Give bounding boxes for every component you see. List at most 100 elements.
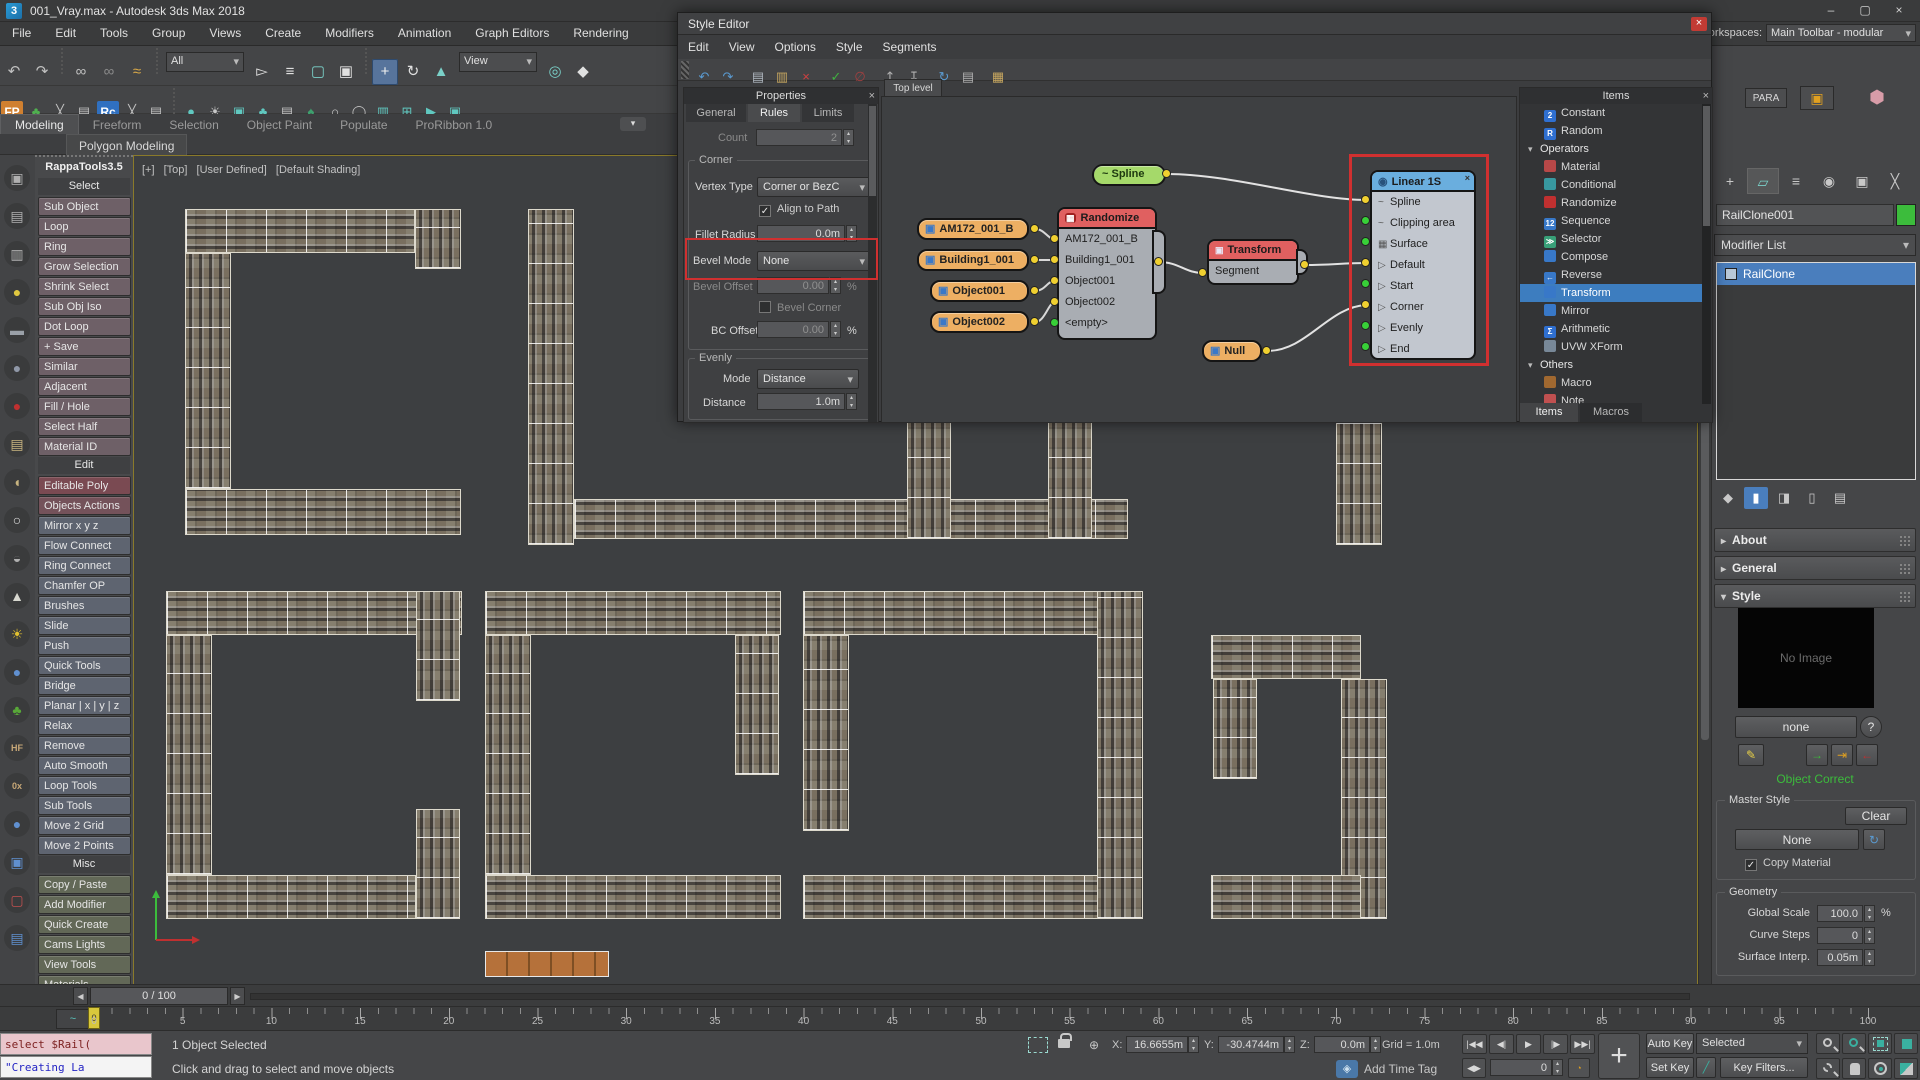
node-canvas[interactable]: ~ Spline▣AM172_001_B▣Building1_001▣Objec…	[881, 96, 1517, 423]
align-to-path-checkbox[interactable]: ✓Align to Path	[759, 203, 839, 217]
rappa-button-select-half[interactable]: Select Half	[38, 417, 131, 436]
shell-icon[interactable]: ◖	[4, 469, 30, 495]
vertex-type-dropdown[interactable]: Corner or BezC	[757, 177, 871, 197]
item-operators[interactable]: ▾Operators	[1520, 140, 1702, 158]
selection-set-dropdown[interactable]: Selected	[1696, 1033, 1808, 1054]
x-spinner[interactable]: ▴▾	[1188, 1036, 1199, 1053]
copy-material-checkbox[interactable]: ✓Copy Material	[1745, 857, 1831, 871]
se-menu-edit[interactable]: Edit	[678, 35, 719, 59]
sun-icon[interactable]: ☀	[4, 621, 30, 647]
hf-icon[interactable]: HF	[4, 735, 30, 761]
zoom-extents-icon[interactable]	[1868, 1033, 1892, 1054]
rappa-button-view-tools[interactable]: View Tools	[38, 955, 131, 974]
display-tab[interactable]: ▣	[1846, 168, 1878, 194]
redo-icon[interactable]: ↷	[29, 59, 55, 85]
select-by-name-icon[interactable]: ≡	[277, 59, 303, 85]
item-macro[interactable]: Macro	[1520, 374, 1702, 392]
se-delete-icon[interactable]: ×	[796, 68, 816, 86]
y-spinner[interactable]: ▴▾	[1284, 1036, 1295, 1053]
item-compose[interactable]: Compose	[1520, 248, 1702, 266]
randomize-in-port[interactable]	[1050, 255, 1059, 264]
hierarchy-tab[interactable]: ≡	[1780, 168, 1812, 194]
item-random[interactable]: RRandom	[1520, 122, 1702, 140]
rollout-style[interactable]: ▾Style	[1714, 584, 1916, 608]
master-style-clear-button[interactable]: Clear	[1845, 807, 1907, 825]
edit-style-button[interactable]: ✎	[1738, 744, 1764, 766]
next-frame-button[interactable]: |▶	[1543, 1034, 1568, 1054]
maxscript-listener-line2[interactable]: "Creating La	[0, 1056, 152, 1078]
rappa-button-bridge[interactable]: Bridge	[38, 676, 131, 695]
rappa-button-relax[interactable]: Relax	[38, 716, 131, 735]
maximize-button[interactable]: ▢	[1848, 2, 1882, 20]
utilities-tab[interactable]: ╳	[1879, 168, 1911, 194]
randomize-in-port[interactable]	[1050, 297, 1059, 306]
style-editor-close-icon[interactable]: ×	[1691, 17, 1707, 31]
ribbon-collapse-icon[interactable]: ▾	[620, 117, 646, 131]
unlink-selection-icon[interactable]: ∞	[96, 59, 122, 85]
rappa-button-loop[interactable]: Loop	[38, 217, 131, 236]
source-node[interactable]: ▣Object001	[930, 280, 1029, 302]
object-name-field[interactable]: RailClone001	[1716, 204, 1894, 226]
rappa-button-fill-hole[interactable]: Fill / Hole	[38, 397, 131, 416]
rappa-button-add-modifier[interactable]: Add Modifier	[38, 895, 131, 914]
rectangular-selection-icon[interactable]: ▢	[305, 59, 331, 85]
copy-tool-icon[interactable]: ▣	[4, 849, 30, 875]
rappa-button-sub-object[interactable]: Sub Object	[38, 197, 131, 216]
item-mirror[interactable]: Mirror	[1520, 302, 1702, 320]
add-time-tag[interactable]: Add Time Tag	[1364, 1062, 1437, 1076]
ribbon-tab-populate[interactable]: Populate	[326, 115, 401, 135]
curve-toggle-icon[interactable]: ~	[56, 1009, 90, 1029]
light-lister-icon[interactable]: ●	[4, 279, 30, 305]
remove-modifier-icon[interactable]: ▯	[1800, 487, 1824, 509]
selection-lock-icon[interactable]	[1058, 1039, 1070, 1048]
modify-tab[interactable]: ▱	[1747, 168, 1779, 194]
item-others[interactable]: ▾Others	[1520, 356, 1702, 374]
y-field[interactable]: -30.4744m	[1218, 1036, 1284, 1053]
tab-rules[interactable]: Rules	[748, 104, 800, 122]
se-apply-check-icon[interactable]: ✓	[826, 68, 846, 86]
node-close-icon[interactable]: ×	[1465, 173, 1470, 183]
rappa-button-mirror-x-y-z[interactable]: Mirror x y z	[38, 516, 131, 535]
item-uvw-xform[interactable]: UVW XForm	[1520, 338, 1702, 356]
x-field[interactable]: 16.6655m	[1126, 1036, 1188, 1053]
create-tab[interactable]: +	[1714, 168, 1746, 194]
play-button[interactable]: ▶	[1516, 1034, 1541, 1054]
absolute-mode-icon[interactable]: ⊕	[1084, 1036, 1104, 1054]
prev-frame-button[interactable]: ◀	[73, 987, 88, 1005]
motion-tab[interactable]: ◉	[1813, 168, 1845, 194]
evenly-mode-dropdown[interactable]: Distance	[757, 369, 859, 389]
workspaces-dropdown[interactable]: Main Toolbar - modular	[1766, 24, 1916, 42]
source-node[interactable]: ▣AM172_001_B	[917, 218, 1029, 240]
crop-tool-icon[interactable]: ▢	[4, 887, 30, 913]
randomize-node[interactable]: ▦RandomizeAM172_001_BBuilding1_001Object…	[1057, 207, 1157, 340]
teapot-icon[interactable]: ◒	[4, 545, 30, 571]
rappa-button-loop-tools[interactable]: Loop Tools	[38, 776, 131, 795]
menu-tools[interactable]: Tools	[88, 22, 140, 44]
item-reverse[interactable]: ←Reverse	[1520, 266, 1702, 284]
import-style-button[interactable]: →	[1806, 744, 1828, 766]
rappa-button-dot-loop[interactable]: Dot Loop	[38, 317, 131, 336]
geo-field[interactable]: 100.0	[1817, 905, 1863, 922]
note-icon[interactable]: ▤	[4, 431, 30, 457]
geo-spinner[interactable]: ▴▾	[1864, 927, 1875, 944]
export-style-button[interactable]: ⇥	[1831, 744, 1853, 766]
item-randomize[interactable]: Randomize	[1520, 194, 1702, 212]
select-and-rotate-icon[interactable]: ↻	[400, 59, 426, 85]
se-menu-options[interactable]: Options	[764, 35, 825, 59]
style-help-button[interactable]: ?	[1860, 716, 1882, 738]
auto-key-button[interactable]: Auto Key	[1646, 1033, 1694, 1054]
time-tag-icon[interactable]: ◈	[1336, 1060, 1358, 1078]
material-sphere-icon[interactable]: ●	[4, 355, 30, 381]
master-style-sync-icon[interactable]: ↻	[1863, 829, 1885, 850]
item-arithmetic[interactable]: ΣArithmetic	[1520, 320, 1702, 338]
camera-tool-icon[interactable]: ▣	[1800, 86, 1834, 110]
geo-spinner[interactable]: ▴▾	[1864, 905, 1875, 922]
menu-animation[interactable]: Animation	[386, 22, 463, 44]
rappa-button-quick-tools[interactable]: Quick Tools	[38, 656, 131, 675]
se-copy-icon[interactable]: ▤	[748, 68, 768, 86]
rappa-button-move-2-points[interactable]: Move 2 Points	[38, 836, 131, 855]
bc-offset-spinner[interactable]: ▴▾	[830, 321, 841, 338]
rappa-button-planar-x-y-z[interactable]: Planar | x | y | z	[38, 696, 131, 715]
items-scrollbar[interactable]	[1702, 104, 1711, 404]
tab-limits[interactable]: Limits	[802, 104, 854, 122]
